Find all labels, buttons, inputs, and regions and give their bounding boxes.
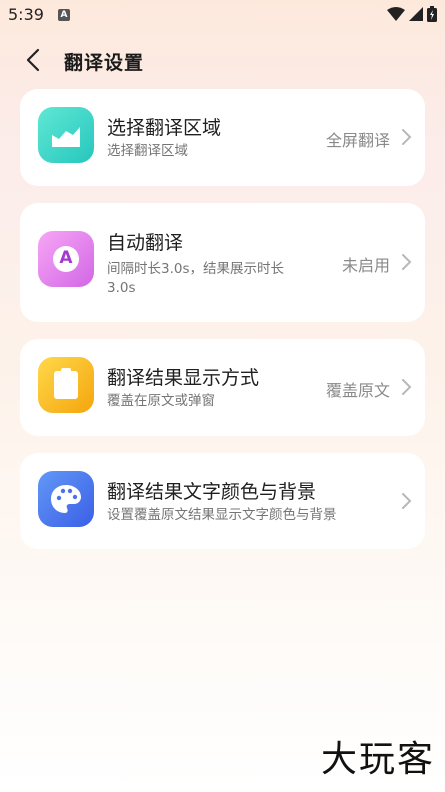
- page-title: 翻译设置: [64, 52, 145, 74]
- area-chart-icon: [38, 107, 94, 163]
- card-value: 覆盖原文: [325, 381, 390, 400]
- card-subtitle-line2: 3.0s: [107, 280, 136, 296]
- card-subtitle: 设置覆盖原文结果显示文字颜色与背景: [107, 507, 337, 523]
- card-subtitle: 覆盖在原文或弹窗: [107, 393, 215, 409]
- battery-charging-icon: [427, 6, 437, 22]
- card-value: 未启用: [341, 256, 390, 275]
- header: 翻译设置: [0, 40, 445, 80]
- letter-a-icon: A: [38, 231, 94, 287]
- signal-icon: [409, 7, 423, 21]
- status-bar: 5:39 A: [0, 0, 445, 30]
- app-notification-icon: A: [58, 9, 70, 21]
- back-arrow-icon: [26, 48, 40, 72]
- card-auto-translate[interactable]: A 自动翻译 间隔时长3.0s，结果展示时长 3.0s 未启用: [20, 203, 425, 322]
- wifi-icon: [387, 7, 405, 21]
- clipboard-icon: [38, 357, 94, 413]
- watermark-logo: 大玩客: [320, 739, 435, 780]
- card-title: 选择翻译区域: [107, 117, 222, 139]
- card-display-mode[interactable]: 翻译结果显示方式 覆盖在原文或弹窗 覆盖原文: [20, 339, 425, 436]
- card-subtitle-line1: 间隔时长3.0s，结果展示时长: [107, 261, 285, 277]
- chevron-right-icon: [402, 254, 412, 270]
- status-time: 5:39: [8, 5, 44, 24]
- card-text-color-background[interactable]: 翻译结果文字颜色与背景 设置覆盖原文结果显示文字颜色与背景: [20, 453, 425, 549]
- card-title: 翻译结果显示方式: [107, 367, 260, 389]
- letter-a-glyph: A: [59, 248, 73, 268]
- card-value: 全屏翻译: [325, 131, 390, 150]
- chevron-right-icon: [402, 379, 412, 395]
- chevron-right-icon: [402, 129, 412, 145]
- card-subtitle: 选择翻译区域: [107, 143, 188, 159]
- back-button[interactable]: [20, 46, 48, 74]
- palette-icon: [38, 471, 94, 527]
- card-translate-area[interactable]: 选择翻译区域 选择翻译区域 全屏翻译: [20, 89, 425, 186]
- card-title: 翻译结果文字颜色与背景: [107, 481, 317, 503]
- card-title: 自动翻译: [107, 232, 184, 254]
- status-icons: [387, 6, 437, 22]
- chevron-right-icon: [402, 493, 412, 509]
